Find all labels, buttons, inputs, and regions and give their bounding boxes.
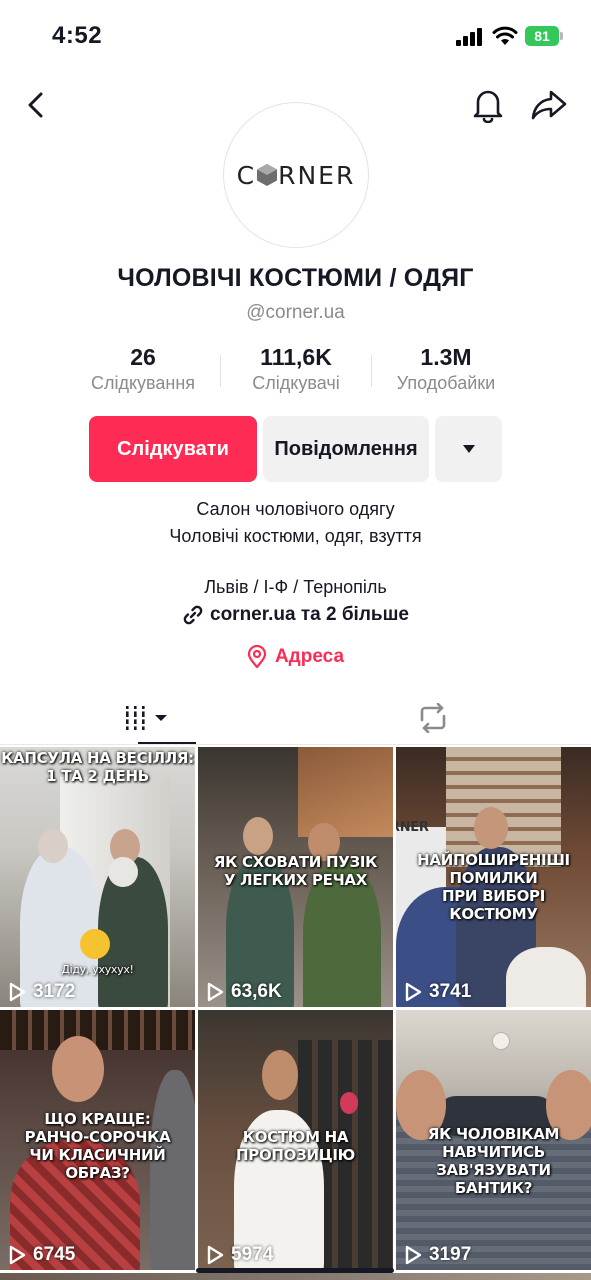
tab-divider <box>0 744 591 745</box>
battery-tip <box>560 32 563 40</box>
view-count: 3741 <box>429 981 472 1002</box>
following-label: Слідкування <box>90 373 196 393</box>
video-caption: НАЙПОШИРЕНІШІ ПОМИЛКИ ПРИ ВИБОРІ КОСТЮМУ <box>417 851 570 923</box>
bell-icon <box>473 90 503 123</box>
bio-line: Салон чоловічого одягу <box>196 499 395 519</box>
corner-logo: C RNER <box>236 160 356 190</box>
link-text: corner.ua та 2 більше <box>210 604 409 625</box>
play-icon <box>207 982 224 1002</box>
back-button[interactable] <box>18 86 52 124</box>
likes-count: 1.3M <box>420 344 472 370</box>
video-caption: ЩО КРАЩЕ: РАНЧО-СОРОЧКА ЧИ КЛАСИЧНИЙ ОБР… <box>24 1110 171 1182</box>
tab-videos[interactable] <box>0 692 296 744</box>
video-thumbnail[interactable]: КАПСУЛА НА ВЕСІЛЛЯ: 1 ТА 2 ДЕНЬ Діду, ух… <box>0 747 195 1007</box>
bio-link[interactable]: corner.ua та 2 більше <box>0 604 591 626</box>
followers-label: Слідкувачі <box>252 373 340 393</box>
share-button[interactable] <box>528 86 570 124</box>
profile-name: ЧОЛОВІЧІ КОСТЮМИ / ОДЯГ <box>117 264 474 292</box>
video-views: 63,6K <box>206 981 282 1003</box>
chevron-left-icon <box>28 92 43 118</box>
battery-level: 81 <box>534 28 550 44</box>
play-icon <box>405 1245 422 1265</box>
video-caption: КАПСУЛА НА ВЕСІЛЛЯ: 1 ТА 2 ДЕНЬ <box>1 749 194 785</box>
followers-stat[interactable]: 111,6K Слідкувачі <box>216 344 376 394</box>
video-thumbnail[interactable]: RNER НАЙПОШИРЕНІШІ ПОМИЛКИ ПРИ ВИБОРІ КО… <box>396 747 591 1007</box>
video-thumbnail[interactable]: ЯК ЧОЛОВІКАМ НАВЧИТИСЬ ЗАВ'ЯЗУВАТИ БАНТИ… <box>396 1010 591 1270</box>
wifi-icon <box>492 26 518 45</box>
play-icon <box>9 1245 26 1265</box>
message-button[interactable]: Повідомлення <box>263 416 429 482</box>
bio-line: Львів / І-Ф / Тернопіль <box>204 577 387 597</box>
following-count: 26 <box>130 344 156 370</box>
view-count: 3172 <box>33 981 76 1002</box>
notifications-button[interactable] <box>468 84 508 126</box>
bio-line: Чоловічі костюми, одяг, взуття <box>169 526 422 546</box>
video-caption: КОСТЮМ НА ПРОПОЗИЦІЮ <box>236 1128 355 1164</box>
store-sign-text: RNER <box>396 820 429 835</box>
home-indicator <box>196 1268 394 1273</box>
address-link[interactable]: Адреса <box>0 645 591 669</box>
view-count: 63,6K <box>231 981 282 1002</box>
address-label: Адреса <box>274 646 345 667</box>
followers-count: 111,6K <box>260 344 332 370</box>
play-icon <box>405 982 422 1002</box>
video-views: 3172 <box>8 981 75 1003</box>
view-count: 3197 <box>429 1244 472 1265</box>
tab-reposts[interactable] <box>285 692 581 744</box>
follow-button[interactable]: Слідкувати <box>89 416 257 482</box>
likes-stat[interactable]: 1.3M Уподобайки <box>366 344 526 394</box>
video-thumbnail[interactable]: КОСТЮМ НА ПРОПОЗИЦІЮ 5974 <box>198 1010 393 1270</box>
video-views: 5974 <box>206 1244 273 1266</box>
share-arrow-icon <box>531 90 567 120</box>
play-icon <box>9 982 26 1002</box>
location-pin-icon <box>247 645 267 669</box>
profile-avatar[interactable]: C RNER <box>223 102 369 248</box>
video-sticker-text: Діду, ухухух! <box>61 963 134 976</box>
repost-icon <box>420 703 446 733</box>
video-views: 3741 <box>404 981 471 1003</box>
video-caption: ЯК ЧОЛОВІКАМ НАВЧИТИСЬ ЗАВ'ЯЗУВАТИ БАНТИ… <box>427 1125 560 1197</box>
status-time: 4:52 <box>52 22 103 49</box>
video-views: 6745 <box>8 1244 75 1266</box>
view-count: 6745 <box>33 1244 76 1265</box>
video-thumbnail[interactable]: ЩО КРАЩЕ: РАНЧО-СОРОЧКА ЧИ КЛАСИЧНИЙ ОБР… <box>0 1010 195 1270</box>
link-icon <box>183 605 203 625</box>
grid-icon <box>124 706 167 730</box>
following-stat[interactable]: 26 Слідкування <box>63 344 223 394</box>
view-count: 5974 <box>231 1244 274 1265</box>
battery-icon: 81 <box>525 26 559 46</box>
profile-handle: @corner.ua <box>246 302 345 323</box>
video-thumbnail[interactable]: ЯК СХОВАТИ ПУЗІК У ЛЕГКИХ РЕЧАХ 63,6K <box>198 747 393 1007</box>
hexagon-logo-icon <box>257 163 278 186</box>
likes-label: Уподобайки <box>396 373 496 393</box>
more-options-button[interactable] <box>435 416 502 482</box>
play-icon <box>207 1245 224 1265</box>
next-row-peek <box>0 1273 591 1280</box>
video-views: 3197 <box>404 1244 471 1266</box>
video-caption: ЯК СХОВАТИ ПУЗІК У ЛЕГКИХ РЕЧАХ <box>213 853 378 889</box>
caret-down-icon <box>462 445 475 453</box>
cellular-signal-icon <box>456 28 486 46</box>
